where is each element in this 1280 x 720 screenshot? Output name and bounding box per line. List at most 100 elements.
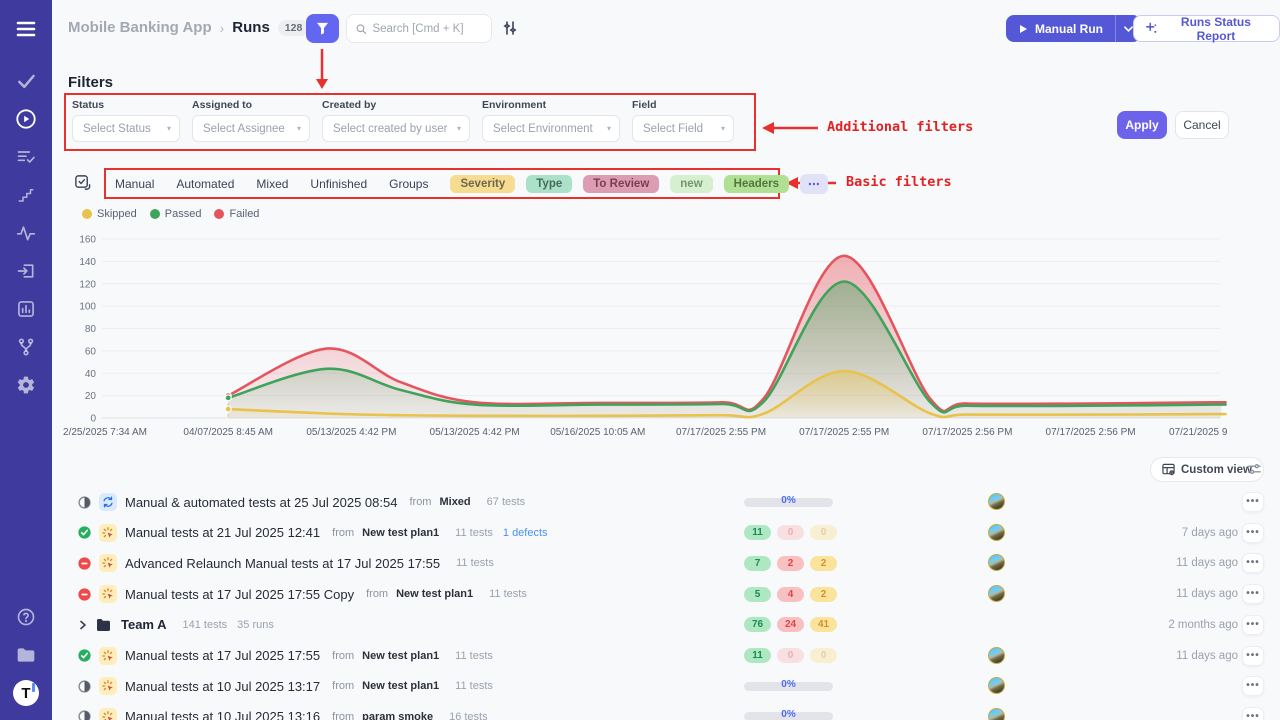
run-metric: 0%: [744, 487, 833, 517]
row-menu-button[interactable]: •••: [1242, 646, 1264, 666]
manual-run-type-icon: [99, 708, 117, 720]
row-main: Manual tests at 10 Jul 2025 13:16frompar…: [78, 702, 488, 720]
reports-chart-icon[interactable]: [0, 290, 52, 328]
progress-label: 0%: [744, 495, 833, 506]
row-menu-button[interactable]: •••: [1242, 492, 1264, 512]
app-logo[interactable]: T: [0, 674, 52, 712]
tests-count: 11 tests: [489, 588, 527, 600]
from-label: from: [332, 650, 354, 662]
passed-badge: 5: [744, 587, 771, 602]
run-metric: 542: [744, 579, 843, 609]
from-label: from: [332, 527, 354, 539]
manual-run-type-icon: [99, 647, 117, 665]
plan-name[interactable]: New test plan1: [362, 650, 439, 662]
group-row[interactable]: Team A141 tests35 runs7624412 months ago…: [52, 610, 1280, 640]
run-metric: 0%: [744, 702, 833, 720]
failed-badge: 2: [777, 556, 804, 571]
status-in-progress-icon: [78, 710, 91, 720]
run-title[interactable]: Manual tests at 21 Jul 2025 12:41: [125, 525, 320, 540]
expand-chevron-icon[interactable]: [78, 620, 88, 630]
run-time: 11 days ago: [1176, 579, 1238, 609]
from-label: from: [409, 496, 431, 508]
row-menu-button[interactable]: •••: [1242, 707, 1264, 720]
avatar[interactable]: [988, 677, 1005, 694]
mixed-run-type-icon: [99, 493, 117, 511]
avatar[interactable]: [988, 647, 1005, 664]
from-label: from: [366, 588, 388, 600]
avatar[interactable]: [988, 585, 1005, 602]
avatar[interactable]: [988, 554, 1005, 571]
skipped-badge: 41: [810, 617, 837, 632]
progress-bar: 0%: [744, 682, 833, 691]
row-menu-button[interactable]: •••: [1242, 615, 1264, 635]
manual-run-type-icon: [99, 585, 117, 603]
plan-name[interactable]: Mixed: [439, 496, 470, 508]
run-row[interactable]: Manual tests at 21 Jul 2025 12:41 from New…: [52, 518, 1280, 548]
row-main: Manual tests at 10 Jul 2025 13:17fromNew…: [78, 671, 493, 701]
row-menu-button[interactable]: •••: [1242, 553, 1264, 573]
defects-link[interactable]: 1 defects: [503, 527, 548, 539]
progress-bar: 0%: [744, 498, 833, 507]
failed-badge: 0: [777, 525, 804, 540]
manual-run-type-icon: [99, 524, 117, 542]
sidebar: T: [0, 0, 52, 720]
row-main: Team A141 tests35 runs: [78, 610, 274, 640]
plan-name[interactable]: New test plan1: [362, 527, 439, 539]
help-icon[interactable]: [0, 598, 52, 636]
tests-count: 11 tests: [455, 650, 493, 662]
run-row[interactable]: Manual tests at 10 Jul 2025 13:17fromNew…: [52, 671, 1280, 701]
tests-check-icon[interactable]: [0, 62, 52, 100]
row-menu-button[interactable]: •••: [1242, 676, 1264, 696]
pulse-icon[interactable]: [0, 214, 52, 252]
menu-icon[interactable]: [0, 10, 52, 48]
tests-count: 11 tests: [456, 557, 494, 569]
run-row[interactable]: Manual tests at 17 Jul 2025 17:55 from New…: [52, 641, 1280, 671]
run-metric: 1100: [744, 641, 843, 671]
runs-play-icon[interactable]: [0, 100, 52, 138]
run-metric: 722: [744, 548, 843, 578]
manual-run-type-icon: [99, 554, 117, 572]
runs-list: Manual & automated tests at 25 Jul 2025 …: [52, 0, 1280, 720]
run-title[interactable]: Advanced Relaunch Manual tests at 17 Jul…: [125, 556, 440, 571]
avatar[interactable]: [988, 493, 1005, 510]
progress-label: 0%: [744, 709, 833, 720]
run-title[interactable]: Manual tests at 10 Jul 2025 13:16: [125, 709, 320, 720]
branch-icon[interactable]: [0, 328, 52, 366]
group-tests-count: 141 tests: [183, 619, 228, 631]
skipped-badge: 2: [810, 556, 837, 571]
plan-name[interactable]: param smoke: [362, 711, 433, 720]
row-menu-button[interactable]: •••: [1242, 584, 1264, 604]
row-main: Manual tests at 21 Jul 2025 12:41 from New…: [78, 518, 548, 548]
run-row[interactable]: Manual tests at 10 Jul 2025 13:16frompar…: [52, 702, 1280, 720]
manual-run-type-icon: [99, 677, 117, 695]
row-main: Manual & automated tests at 25 Jul 2025 …: [78, 487, 525, 517]
settings-gear-icon[interactable]: [0, 366, 52, 404]
run-metric: 0%: [744, 671, 833, 701]
tests-count: 16 tests: [449, 711, 488, 720]
run-title[interactable]: Manual & automated tests at 25 Jul 2025 …: [125, 495, 397, 510]
run-metric: 1100: [744, 518, 843, 548]
passed-badge: 7: [744, 556, 771, 571]
avatar[interactable]: [988, 524, 1005, 541]
run-title[interactable]: Manual tests at 10 Jul 2025 13:17: [125, 679, 320, 694]
group-title[interactable]: Team A: [121, 617, 167, 632]
run-title[interactable]: Manual tests at 17 Jul 2025 17:55: [125, 648, 320, 663]
status-passed-icon: [78, 649, 91, 662]
run-row[interactable]: Manual & automated tests at 25 Jul 2025 …: [52, 487, 1280, 517]
row-menu-button[interactable]: •••: [1242, 523, 1264, 543]
tests-count: 11 tests: [455, 680, 493, 692]
projects-folder-icon[interactable]: [0, 636, 52, 674]
plan-name[interactable]: New test plan1: [396, 588, 473, 600]
status-stopped-icon: [78, 557, 91, 570]
run-row[interactable]: Manual tests at 17 Jul 2025 17:55 Copy fr…: [52, 579, 1280, 609]
plans-list-check-icon[interactable]: [0, 138, 52, 176]
run-time: 2 months ago: [1168, 610, 1238, 640]
plan-name[interactable]: New test plan1: [362, 680, 439, 692]
progress-label: 0%: [744, 679, 833, 690]
steps-icon[interactable]: [0, 176, 52, 214]
run-title[interactable]: Manual tests at 17 Jul 2025 17:55 Copy: [125, 587, 354, 602]
skipped-badge: 0: [810, 648, 837, 663]
import-icon[interactable]: [0, 252, 52, 290]
avatar[interactable]: [988, 708, 1005, 720]
run-row[interactable]: Advanced Relaunch Manual tests at 17 Jul…: [52, 548, 1280, 578]
